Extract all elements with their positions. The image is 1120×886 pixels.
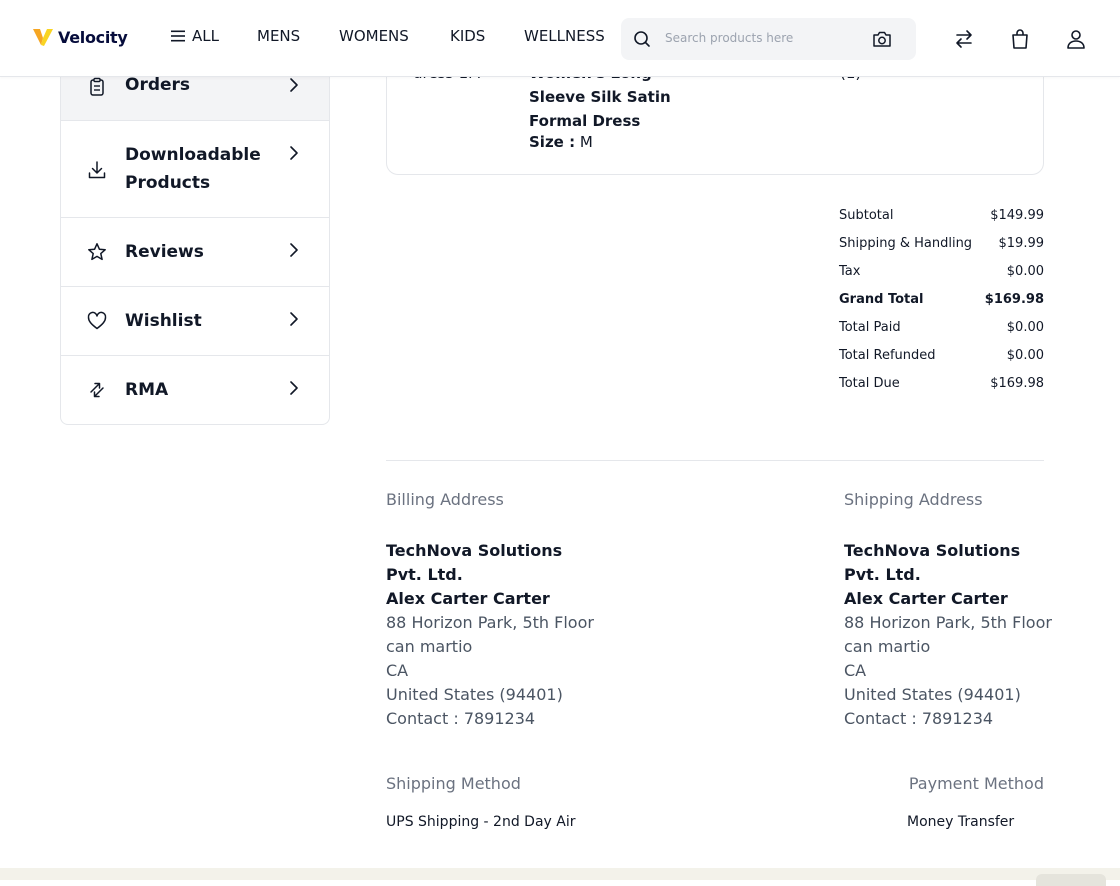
totals-label: Grand Total (839, 292, 924, 307)
shipping-method-heading: Shipping Method (386, 774, 521, 793)
billing-company: TechNova Solutions Pvt. Ltd. (386, 541, 563, 584)
menu-icon (171, 30, 185, 42)
billing-country: United States (94401) (386, 685, 563, 704)
totals-label: Tax (839, 264, 861, 279)
sidebar-item-label: RMA (125, 380, 169, 400)
account-sidebar: Orders Downloadable Products Reviews Wis… (60, 50, 330, 425)
sidebar-item-label: Downloadable Products (125, 145, 261, 193)
totals-label: Total Due (839, 376, 900, 391)
account-icon[interactable] (1065, 28, 1087, 50)
billing-city: can martio (386, 637, 473, 656)
totals-value: $0.00 (1006, 348, 1044, 363)
cart-icon[interactable] (1010, 28, 1030, 50)
totals-row-refunded: Total Refunded $0.00 (839, 348, 1044, 376)
shipping-state: CA (844, 661, 867, 680)
totals-label: Shipping & Handling (839, 236, 973, 251)
nav-item-womens[interactable]: WOMENS (339, 27, 409, 45)
nav-item-kids[interactable]: KIDS (450, 27, 485, 45)
main-nav: ALL MENS WOMENS KIDS WELLNESS (171, 27, 605, 45)
nav-all-label: ALL (192, 27, 219, 45)
totals-label: Total Paid (839, 320, 901, 335)
brand-logo[interactable]: Velocity (32, 26, 128, 48)
billing-address-heading: Billing Address (386, 490, 504, 509)
nav-all-button[interactable]: ALL (171, 27, 219, 45)
shipping-company: TechNova Solutions Pvt. Ltd. (844, 541, 1021, 584)
totals-row-tax: Tax $0.00 (839, 264, 1044, 292)
clipboard-icon (90, 77, 104, 96)
shipping-city: can martio (844, 637, 931, 656)
nav-item-mens[interactable]: MENS (257, 27, 300, 45)
billing-state: CA (386, 661, 409, 680)
sidebar-item-label: Wishlist (125, 311, 202, 331)
totals-value: $169.98 (990, 376, 1044, 391)
sidebar-item-rma[interactable]: RMA (61, 355, 329, 424)
logo-mark-icon (33, 29, 53, 46)
shipping-method-value: UPS Shipping - 2nd Day Air (386, 814, 576, 830)
sidebar-item-label: Reviews (125, 242, 204, 262)
site-header: Velocity ALL MENS WOMENS KIDS WELLNESS S… (0, 0, 1120, 77)
shipping-country: United States (94401) (844, 685, 1021, 704)
item-name-line: Formal Dress (529, 112, 641, 130)
section-divider (386, 460, 1044, 461)
billing-address: TechNova Solutions Pvt. Ltd. Alex Carter… (386, 539, 596, 731)
chevron-right-icon (290, 381, 298, 395)
compare-icon[interactable] (953, 28, 975, 50)
totals-label: Subtotal (839, 208, 894, 223)
shipping-name: Alex Carter Carter (844, 589, 1008, 608)
sidebar-item-reviews[interactable]: Reviews (61, 217, 329, 286)
return-icon (90, 382, 104, 398)
download-icon (88, 161, 106, 179)
search-icon[interactable] (633, 30, 651, 48)
sidebar-item-wishlist[interactable]: Wishlist (61, 286, 329, 355)
item-size: Size : M (529, 133, 593, 151)
shipping-address: TechNova Solutions Pvt. Ltd. Alex Carter… (844, 539, 1054, 731)
totals-row-paid: Total Paid $0.00 (839, 320, 1044, 348)
totals-row-subtotal: Subtotal $149.99 (839, 208, 1044, 236)
brand-name: Velocity (58, 27, 128, 47)
shipping-address-heading: Shipping Address (844, 490, 983, 509)
totals-value: $0.00 (1006, 320, 1044, 335)
chevron-right-icon (290, 146, 298, 160)
totals-value: $149.99 (990, 208, 1044, 223)
totals-value: $169.98 (984, 292, 1044, 307)
nav-item-wellness[interactable]: WELLNESS (524, 27, 605, 45)
billing-street: 88 Horizon Park, 5th Floor (386, 613, 594, 632)
order-totals: Subtotal $149.99 Shipping & Handling $19… (839, 208, 1044, 404)
search-input[interactable]: Search products here (665, 31, 793, 45)
payment-method-heading: Payment Method (908, 774, 1044, 793)
chevron-right-icon (290, 243, 298, 257)
item-name-line: Sleeve Silk Satin (529, 88, 671, 106)
footer-button[interactable] (1036, 874, 1106, 886)
billing-contact: Contact : 7891234 (386, 709, 536, 728)
camera-icon[interactable] (872, 30, 892, 48)
totals-value: $19.99 (998, 236, 1045, 251)
page-footer (0, 868, 1120, 886)
search-bar[interactable]: Search products here (621, 18, 916, 60)
sidebar-item-downloadable-products[interactable]: Downloadable Products (61, 120, 329, 217)
totals-label: Total Refunded (839, 348, 936, 363)
shipping-contact: Contact : 7891234 (844, 709, 994, 728)
item-size-label: Size : (529, 133, 576, 151)
payment-method-value: Money Transfer (907, 814, 1015, 830)
chevron-right-icon (290, 312, 298, 326)
star-icon (88, 243, 106, 261)
totals-row-grand-total: Grand Total $169.98 (839, 292, 1044, 320)
heart-icon (87, 311, 107, 330)
chevron-right-icon (290, 78, 298, 92)
billing-name: Alex Carter Carter (386, 589, 550, 608)
shipping-street: 88 Horizon Park, 5th Floor (844, 613, 1052, 632)
totals-row-due: Total Due $169.98 (839, 376, 1044, 404)
item-size-value: M (579, 133, 593, 151)
totals-row-shipping: Shipping & Handling $19.99 (839, 236, 1044, 264)
totals-value: $0.00 (1006, 264, 1044, 279)
